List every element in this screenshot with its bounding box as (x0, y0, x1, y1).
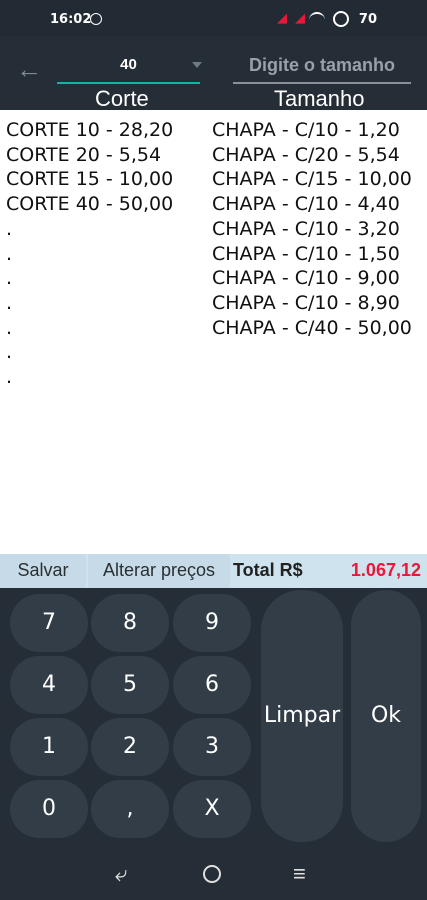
list-item[interactable]: CHAPA - C/10 - 9,00 (212, 266, 412, 291)
corte-header: Corte (95, 86, 149, 111)
list-item[interactable]: CORTE 40 - 50,00 (6, 192, 173, 217)
corte-select-value: 40 (120, 56, 137, 73)
nav-back-icon[interactable]: ⤶ (115, 861, 127, 887)
size-input[interactable]: Digite o tamanho (233, 54, 411, 84)
list-item[interactable]: CORTE 10 - 28,20 (6, 118, 173, 143)
change-prices-button[interactable]: Alterar preços (88, 554, 230, 588)
key-0[interactable]: 0 (10, 780, 88, 838)
key-7[interactable]: 7 (10, 594, 88, 652)
list-item[interactable]: CHAPA - C/20 - 5,54 (212, 143, 412, 168)
wifi-icon (309, 12, 325, 24)
tamanho-list: CHAPA - C/10 - 1,20 CHAPA - C/20 - 5,54 … (212, 118, 412, 340)
nav-bar: ⤶ ≡ (0, 845, 427, 900)
list-item[interactable]: CHAPA - C/10 - 3,20 (212, 217, 412, 242)
list-item[interactable]: CORTE 20 - 5,54 (6, 143, 173, 168)
alarm-icon (90, 13, 102, 25)
key-5[interactable]: 5 (91, 656, 169, 714)
list-item[interactable]: CHAPA - C/10 - 1,20 (212, 118, 412, 143)
battery-level: 70 (358, 12, 377, 27)
status-time: 16:02 (50, 12, 92, 27)
save-button[interactable]: Salvar (0, 554, 86, 588)
list-item[interactable]: CHAPA - C/15 - 10,00 (212, 167, 412, 192)
nav-home-icon[interactable] (203, 865, 221, 883)
key-comma[interactable]: , (91, 780, 169, 838)
list-item[interactable]: CHAPA - C/10 - 4,40 (212, 192, 412, 217)
list-item[interactable]: . (6, 291, 173, 316)
key-3[interactable]: 3 (173, 718, 251, 776)
signal-icon: ◢ (295, 11, 305, 26)
list-item[interactable]: . (6, 242, 173, 267)
list-item[interactable]: CORTE 15 - 10,00 (6, 167, 173, 192)
list-item[interactable]: . (6, 340, 173, 365)
arrow-left-icon[interactable]: ← (16, 54, 42, 85)
corte-select[interactable]: 40 (57, 54, 202, 84)
key-8[interactable]: 8 (91, 594, 169, 652)
list-item[interactable]: CHAPA - C/10 - 8,90 (212, 291, 412, 316)
list-item[interactable]: . (6, 266, 173, 291)
action-bar: Salvar Alterar preços Total R$ 1.067,12 (0, 554, 427, 588)
total-label: Total R$ (233, 560, 303, 580)
key-2[interactable]: 2 (91, 718, 169, 776)
total-value: 1.067,12 (350, 560, 421, 580)
list-item[interactable]: CHAPA - C/10 - 1,50 (212, 242, 412, 267)
clear-button[interactable]: Limpar (261, 590, 343, 842)
chevron-down-icon (192, 62, 202, 68)
key-1[interactable]: 1 (10, 718, 88, 776)
signal-icon-2: ◢ (277, 11, 287, 26)
tamanho-header: Tamanho (274, 86, 365, 111)
key-4[interactable]: 4 (10, 656, 88, 714)
list-item[interactable]: CHAPA - C/40 - 50,00 (212, 316, 412, 341)
keypad: 7 8 9 4 5 6 1 2 3 0 , X Limpar Ok (0, 588, 427, 845)
key-9[interactable]: 9 (173, 594, 251, 652)
list-item[interactable]: . (6, 365, 173, 390)
status-bar: 16:02 70 ◢ ◢ (0, 0, 427, 36)
list-item[interactable]: . (6, 316, 173, 341)
list-item[interactable]: . (6, 217, 173, 242)
battery-icon (333, 11, 349, 27)
corte-list: CORTE 10 - 28,20 CORTE 20 - 5,54 CORTE 1… (6, 118, 173, 390)
ok-button[interactable]: Ok (351, 590, 421, 842)
key-6[interactable]: 6 (173, 656, 251, 714)
nav-recents-icon[interactable]: ≡ (293, 861, 306, 887)
key-x[interactable]: X (173, 780, 251, 838)
